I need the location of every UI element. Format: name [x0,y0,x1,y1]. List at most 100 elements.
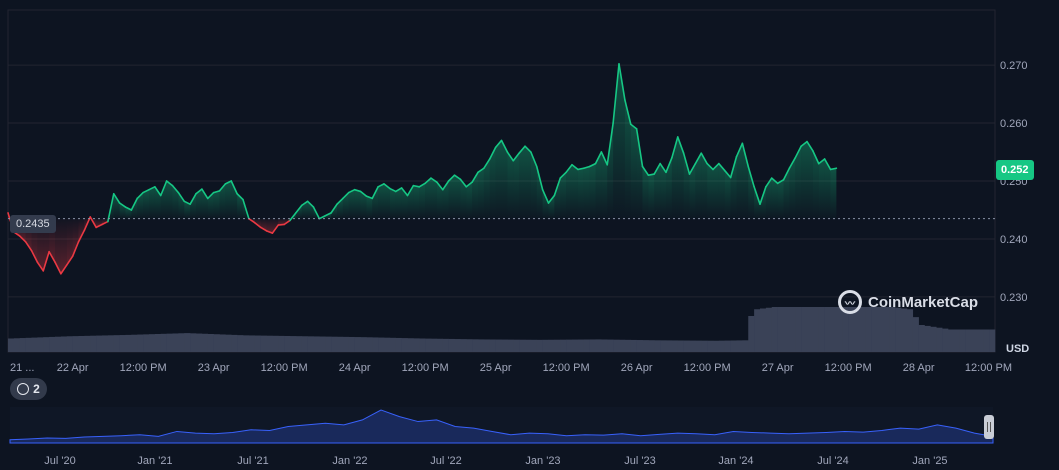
x-tick-label: 25 Apr [480,362,512,374]
volume-bar [666,340,673,352]
volume-bar [548,339,555,352]
volume-bar [918,325,925,352]
volume-bar [96,335,103,352]
volume-bar [953,329,961,352]
volume-bar [689,340,696,352]
volume-bar [830,307,837,352]
volume-bar [107,335,115,352]
price-area-segment [213,190,220,219]
price-area-segment [448,175,455,219]
price-area-segment [707,163,713,219]
volume-bar [313,336,320,352]
volume-bar [102,335,109,352]
volume-bar [789,307,796,352]
x-tick-label: 27 Apr [762,362,794,374]
price-point-segment [577,167,585,171]
volume-bar [213,334,220,352]
volume-bar [554,339,561,352]
volume-bar [431,338,438,352]
volume-bar [436,338,444,352]
x-tick-label: 12:00 PM [543,362,590,374]
volume-bar [384,337,391,352]
volume-bar [619,339,626,352]
volume-bar [419,338,426,352]
volume-bar [583,339,590,352]
volume-bar [777,307,784,352]
price-area-segment [542,189,549,219]
volume-bar [701,340,708,352]
price-area-segment [466,182,473,219]
volume-bar [307,336,314,352]
volume-bar [660,340,667,352]
volume-bar [977,329,984,352]
price-area-segment [713,163,719,219]
navigator-tick-label: Jan '25 [912,455,947,467]
price-area-segment [478,168,484,219]
volume-bar [248,335,256,352]
current-price-badge: 0.252 [996,160,1034,180]
volume-bar [801,307,808,352]
volume-bar [483,339,491,352]
price-area-segment [431,178,437,219]
volume-bar [807,307,814,352]
volume-bar [219,334,226,352]
volume-bar [143,334,150,352]
volume-bar [824,307,831,352]
price-area-segment [536,166,543,219]
volume-bar [501,339,508,352]
volume-bar [642,340,649,352]
volume-bar [184,333,191,352]
volume-bar [895,307,902,352]
volume-bar [783,307,790,352]
volume-bar [936,327,943,352]
price-area-segment [801,141,807,219]
y-tick-label: 0.230 [1000,292,1028,304]
volume-bar [278,335,285,352]
volume-bar [507,339,514,352]
currency-label: USD [1006,343,1030,355]
price-area-segment [718,163,725,219]
price-area-segment [619,63,625,219]
volume-bar [748,316,755,352]
y-axis-ticks: 0.2700.2600.2500.2400.230 [1000,60,1028,304]
price-area-segment [413,185,420,219]
volume-bar [707,340,714,352]
volume-bar [442,338,449,352]
volume-bar [971,329,978,352]
volume-bar [201,333,209,352]
price-point-segment [412,184,421,188]
navigator-tick-label: Jul '24 [817,455,848,467]
volume-bar [60,336,68,352]
price-area-segment [560,172,567,219]
volume-bar [989,329,996,352]
volume-bar [348,336,355,352]
history-button[interactable]: 2 [10,378,47,400]
volume-bar [513,339,520,352]
logo-text: CoinMarketCap [868,293,979,311]
volume-bar [472,339,479,352]
volume-bar [237,335,244,352]
volume-bar [478,339,485,352]
price-area-segment [830,168,837,219]
volume-bar [19,338,26,352]
time-range-navigator[interactable] [9,407,994,444]
price-line [7,63,838,275]
price-area-segment [519,146,525,219]
price-point-segment [829,167,838,171]
x-tick-label: 12:00 PM [402,362,449,374]
x-tick-label: 23 Apr [198,362,230,374]
x-axis-ticks: 21 ... 22 Apr 12:00 PM 23 Apr 12:00 PM 24 Apr… [10,362,1012,374]
price-area-segment [577,168,584,219]
volume-bar [466,339,473,352]
volume-bar [66,336,73,352]
volume-bar [572,339,579,352]
volume-bar [542,339,549,352]
volume-bar [266,335,273,352]
price-area-segment [530,152,537,219]
volume-bar [607,339,614,352]
volume-bar [260,335,267,352]
navigator-handle[interactable] [984,415,994,439]
volume-bar [196,333,203,352]
navigator-tick-label: Jan '21 [137,455,172,467]
volume-bar [566,339,573,352]
